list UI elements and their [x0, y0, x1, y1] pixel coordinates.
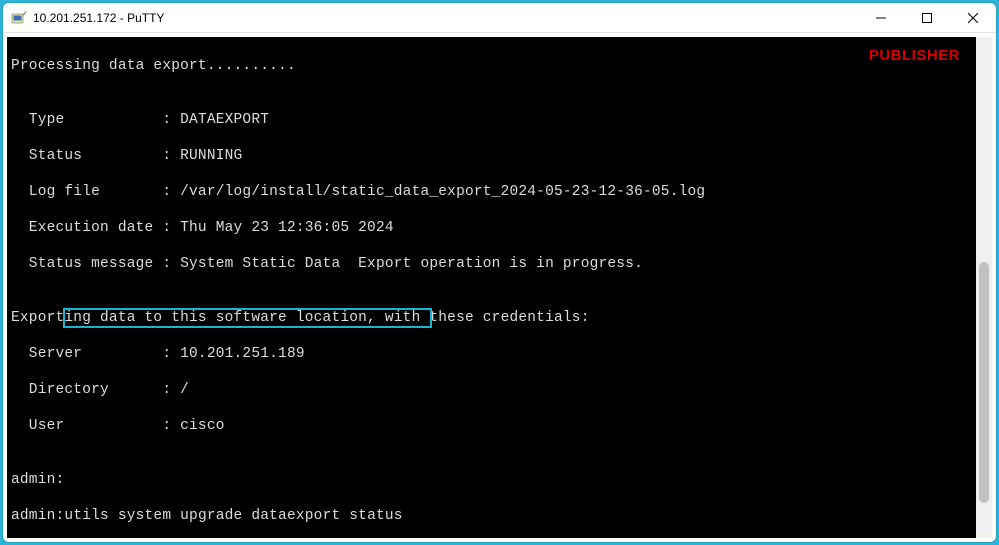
scrollbar[interactable] — [976, 37, 992, 538]
window-title: 10.201.251.172 - PuTTY — [33, 11, 164, 25]
title-left: 10.201.251.172 - PuTTY — [3, 10, 164, 26]
terminal-line: admin: — [11, 471, 988, 489]
prompt: admin: — [11, 508, 64, 524]
terminal-content: Processing data export.......... Type : … — [7, 37, 992, 538]
terminal-line: Exporting data to this software location… — [11, 309, 988, 327]
terminal-line: Type : DATAEXPORT — [11, 111, 988, 129]
terminal-line: Log file : /var/log/install/static_data_… — [11, 183, 988, 201]
scrollbar-thumb[interactable] — [979, 262, 989, 502]
command-text: utils system upgrade dataexport status — [64, 508, 402, 524]
terminal-line: Execution date : Thu May 23 12:36:05 202… — [11, 219, 988, 237]
terminal-area[interactable]: PUBLISHER Processing data export........… — [7, 37, 992, 538]
command-line: admin:utils system upgrade dataexport st… — [11, 507, 988, 525]
terminal-line: Server : 10.201.251.189 — [11, 345, 988, 363]
terminal-line: Directory : / — [11, 381, 988, 399]
terminal-line: Processing data export.......... — [11, 57, 988, 75]
putty-window: 10.201.251.172 - PuTTY PUBLISHER Process… — [3, 3, 996, 542]
minimize-button[interactable] — [858, 3, 904, 32]
terminal-line: Status message : System Static Data Expo… — [11, 255, 988, 273]
maximize-button[interactable] — [904, 3, 950, 32]
terminal-line: Status : RUNNING — [11, 147, 988, 165]
terminal-line: User : cisco — [11, 417, 988, 435]
close-button[interactable] — [950, 3, 996, 32]
title-controls — [858, 3, 996, 32]
putty-icon — [11, 10, 27, 26]
titlebar[interactable]: 10.201.251.172 - PuTTY — [3, 3, 996, 33]
publisher-badge: PUBLISHER — [869, 47, 960, 64]
